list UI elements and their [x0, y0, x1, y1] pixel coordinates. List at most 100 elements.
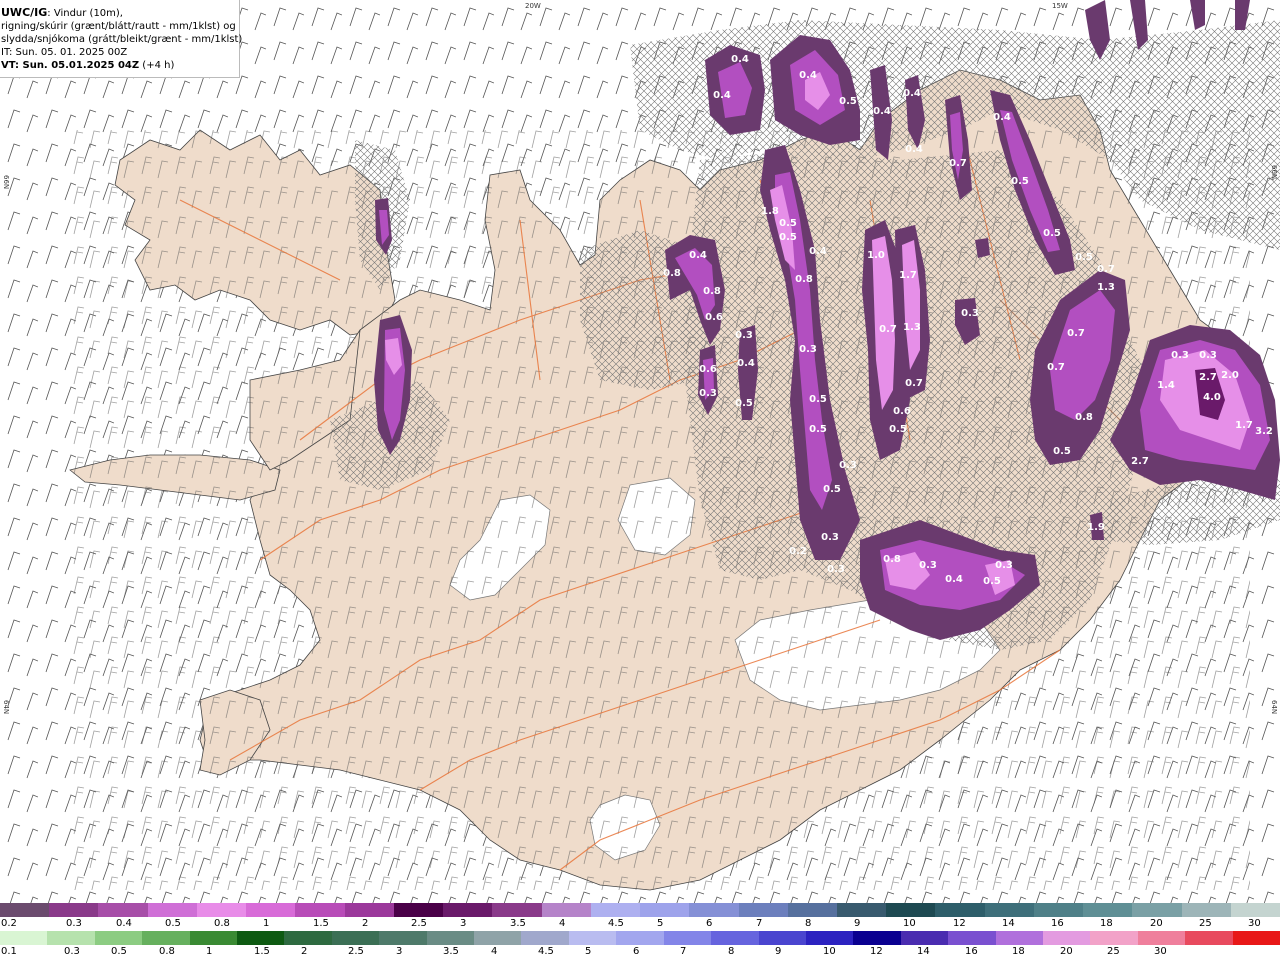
graticule-left-66n: 66N [2, 175, 10, 189]
legend-swatch [738, 903, 788, 917]
precip-value-label: 0.8 [663, 268, 681, 279]
legend-label: 0.8 [214, 918, 230, 929]
legend-swatch [689, 903, 739, 917]
legend-swatch [758, 931, 806, 945]
legend-swatch [246, 903, 296, 917]
precip-value-label: 0.7 [1067, 328, 1085, 339]
legend-swatch [1137, 931, 1186, 945]
precip-value-label: 0.5 [1043, 228, 1061, 239]
legend-swatch [787, 903, 837, 917]
legend-label: 0.1 [1, 946, 17, 957]
legend-label: 0.5 [165, 918, 181, 929]
legend-label: 7 [680, 946, 687, 957]
legend-label: 4 [491, 946, 498, 957]
legend-label: 0.8 [159, 946, 175, 957]
legend-label: 10 [903, 918, 916, 929]
legend-swatch [711, 931, 759, 945]
precip-value-label: 0.3 [699, 388, 717, 399]
precip-value-label: 0.5 [809, 394, 827, 405]
legend-swatch [984, 903, 1034, 917]
legend-label: 30 [1248, 918, 1261, 929]
precip-value-label: 0.4 [945, 574, 963, 585]
legend-swatch [616, 931, 664, 945]
legend-swatch [47, 931, 95, 945]
graticule-right-66n: 66N [1270, 165, 1278, 179]
legend-label: 30 [1154, 946, 1167, 957]
legend-label: 4.5 [608, 918, 624, 929]
precip-value-label: 0.8 [703, 286, 721, 297]
legend-swatch [1042, 931, 1091, 945]
precip-value-label: 0.5 [1011, 176, 1029, 187]
legend-rain-bar [0, 931, 1280, 945]
legend-label: 1.5 [313, 918, 329, 929]
legend-swatch [94, 931, 143, 945]
precip-value-label: 0.4 [993, 112, 1011, 123]
precip-value-label: 0.5 [809, 424, 827, 435]
legend-swatch [900, 931, 949, 945]
precip-value-label: 4.0 [1203, 392, 1221, 403]
precip-value-label: 0.4 [713, 90, 731, 101]
legend-swatch [284, 931, 332, 945]
precip-value-label: 0.8 [883, 554, 901, 565]
legend-label: 18 [1100, 918, 1113, 929]
legend-label: 7 [756, 918, 763, 929]
precip-value-label: 0.5 [983, 576, 1001, 587]
precip-value-label: 1.8 [761, 206, 779, 217]
legend-label: 9 [775, 946, 782, 957]
precip-value-label: 1.7 [899, 270, 917, 281]
legend-label: 16 [965, 946, 978, 957]
legend-swatch [331, 931, 380, 945]
precip-value-label: 0.3 [799, 344, 817, 355]
legend-swatch [1132, 903, 1182, 917]
legend-swatch [1090, 931, 1138, 945]
precip-value-label: 0.5 [779, 232, 797, 243]
precip-value-label: 0.8 [1075, 412, 1093, 423]
init-time: IT: Sun. 05. 01. 2025 00Z [1, 47, 128, 58]
precip-value-label: 1.9 [1087, 522, 1105, 533]
legend-label: 0.3 [64, 946, 80, 957]
legend-swatch [640, 903, 690, 917]
legend-swatch [805, 931, 854, 945]
legend-swatch [853, 931, 901, 945]
precip-value-label: 0.7 [949, 158, 967, 169]
legend-swatch [426, 931, 475, 945]
precip-value-label: 0.5 [839, 96, 857, 107]
precip-value-label: 0.3 [1171, 350, 1189, 361]
precip-value-label: 2.7 [1131, 456, 1149, 467]
precip-value-label: 1.3 [903, 322, 921, 333]
legend-label: 25 [1107, 946, 1120, 957]
precip-value-label: 0.6 [893, 406, 911, 417]
legend-swatch [521, 931, 569, 945]
legend-swatch [344, 903, 394, 917]
legend-swatch [836, 903, 887, 917]
legend-rain-labels: 0.1 0.3 0.5 0.8 1 1.5 2 2.5 3 3.5 4 4.5 5 6 7 8 9 10 12 14 1… [0, 946, 1280, 958]
legend-label: 3.5 [510, 918, 526, 929]
legend-swatch [886, 903, 936, 917]
legend-label: 14 [1002, 918, 1015, 929]
legend-swatch [49, 903, 99, 917]
precip-value-label: 1.0 [867, 250, 885, 261]
precip-value-label: 0.5 [1075, 252, 1093, 263]
legend-swatch [590, 903, 641, 917]
precip-value-label: 1.7 [1235, 420, 1253, 431]
precip-value-label: 0.3 [919, 560, 937, 571]
header-line3: slydda/snjókoma (grátt/bleikt/grænt - mm… [1, 34, 243, 45]
legend-label: 1 [263, 918, 270, 929]
legend-label: 4.5 [538, 946, 554, 957]
legend-swatch [1181, 903, 1231, 917]
legend-label: 18 [1012, 946, 1025, 957]
legend-label: 8 [728, 946, 735, 957]
precip-value-label: 0.7 [1097, 264, 1115, 275]
precip-value-label: 0.3 [839, 460, 857, 471]
precip-value-label: 0.2 [789, 546, 807, 557]
precip-value-label: 0.4 [799, 70, 817, 81]
header-line2: rigning/skúrir (grænt/blátt/rautt - mm/1… [1, 21, 236, 32]
legend-swatch [995, 931, 1043, 945]
legend-label: 5 [657, 918, 664, 929]
valid-time: VT: Sun. 05.01.2025 04Z [1, 60, 140, 71]
legend-label: 0.4 [116, 918, 132, 929]
legend-swatch [0, 903, 50, 917]
legend-swatch [474, 931, 522, 945]
legend-label: 2 [301, 946, 308, 957]
legend-label: 25 [1199, 918, 1212, 929]
